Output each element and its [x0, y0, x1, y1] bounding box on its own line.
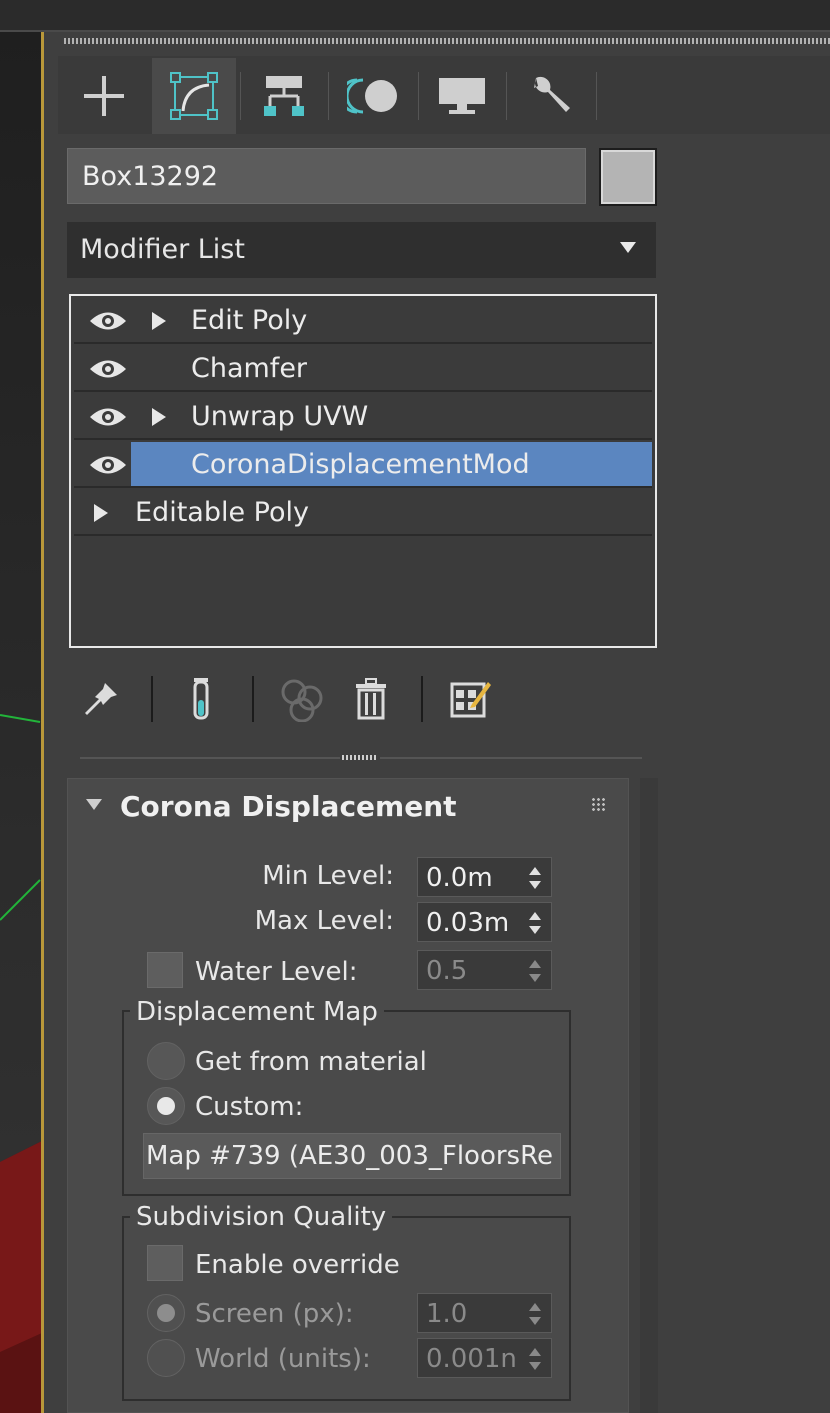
stack-item-label: Edit Poly — [191, 305, 308, 336]
tab-create[interactable] — [62, 58, 146, 134]
screen-px-radio[interactable] — [147, 1294, 185, 1332]
max-level-label: Max Level: — [254, 906, 394, 936]
get-from-material-radio[interactable] — [147, 1042, 185, 1080]
stack-item-edit-poly[interactable]: Edit Poly — [74, 298, 652, 344]
eye-icon[interactable] — [88, 406, 128, 428]
world-units-value[interactable]: 0.001n — [426, 1339, 517, 1379]
eye-icon[interactable] — [88, 454, 128, 476]
get-from-material-label[interactable]: Get from material — [195, 1042, 427, 1082]
stack-item-corona-displacement-mod[interactable]: CoronaDisplacementMod — [74, 442, 652, 488]
world-units-radio[interactable] — [147, 1339, 185, 1377]
tab-separator — [240, 72, 241, 120]
tab-motion[interactable] — [332, 58, 416, 134]
show-end-result-button[interactable] — [178, 674, 224, 724]
tab-hierarchy[interactable] — [242, 58, 326, 134]
spinner-up-icon[interactable] — [529, 960, 541, 968]
custom-label[interactable]: Custom: — [195, 1087, 303, 1127]
spinner-down-icon[interactable] — [529, 881, 541, 889]
expand-triangle-icon[interactable] — [152, 408, 166, 426]
toolbar-separator — [151, 676, 153, 722]
show-end-result-icon — [193, 678, 209, 720]
stack-item-label: Chamfer — [191, 353, 308, 384]
title-strip — [0, 0, 830, 32]
viewport[interactable] — [0, 32, 44, 1413]
modifier-list-dropdown[interactable]: Modifier List — [67, 222, 656, 278]
trash-icon — [356, 678, 386, 720]
stack-item-label: CoronaDisplacementMod — [191, 449, 530, 480]
panel-drag-grip[interactable] — [64, 38, 830, 44]
water-level-checkbox[interactable] — [147, 952, 183, 988]
modify-icon — [170, 72, 218, 120]
configure-modifier-sets-button[interactable] — [446, 674, 494, 724]
enable-override-checkbox[interactable] — [147, 1245, 183, 1281]
drag-handle-icon[interactable] — [591, 797, 605, 811]
world-units-label: World (units): — [195, 1344, 371, 1374]
spinner-down-icon[interactable] — [529, 1317, 541, 1325]
tab-separator — [596, 72, 597, 120]
tab-separator — [418, 72, 419, 120]
world-units-spinner[interactable]: 0.001n — [417, 1338, 552, 1378]
spinner-up-icon[interactable] — [529, 1348, 541, 1356]
max-level-value[interactable]: 0.03m — [426, 903, 509, 943]
stack-item-unwrap-uvw[interactable]: Unwrap UVW — [74, 394, 652, 440]
enable-override-label[interactable]: Enable override — [195, 1245, 400, 1285]
spinner-up-icon[interactable] — [529, 867, 541, 875]
eye-icon[interactable] — [88, 358, 128, 380]
make-unique-button[interactable] — [276, 674, 330, 724]
rollout-title[interactable]: Corona Displacement — [120, 786, 457, 828]
expand-triangle-icon[interactable] — [94, 504, 108, 522]
hierarchy-icon — [264, 76, 304, 116]
stack-item-editable-poly[interactable]: Editable Poly — [74, 490, 652, 536]
wrench-icon — [534, 76, 570, 112]
tab-utilities[interactable] — [510, 58, 594, 134]
toolbar-separator — [421, 676, 423, 722]
spinner-up-icon[interactable] — [529, 1303, 541, 1311]
plus-icon — [84, 76, 124, 116]
stack-item-chamfer[interactable]: Chamfer — [74, 346, 652, 392]
water-level-value[interactable]: 0.5 — [426, 951, 467, 991]
spinner-down-icon[interactable] — [529, 1362, 541, 1370]
min-level-spinner[interactable]: 0.0m — [417, 857, 552, 897]
modifier-stack[interactable]: Edit Poly Chamfer Unwrap UVW CoronaDispl… — [69, 294, 657, 648]
motion-icon — [347, 78, 397, 114]
expand-triangle-icon[interactable] — [152, 312, 166, 330]
screen-px-value[interactable]: 1.0 — [426, 1294, 467, 1334]
chevron-down-icon — [620, 242, 636, 253]
screen-px-spinner[interactable]: 1.0 — [417, 1293, 552, 1333]
water-level-spinner[interactable]: 0.5 — [417, 950, 552, 990]
displacement-map-group-label: Displacement Map — [130, 995, 384, 1029]
stack-item-label: Unwrap UVW — [191, 401, 369, 432]
tab-modify[interactable] — [152, 58, 236, 134]
make-unique-icon — [281, 679, 323, 722]
stack-item-label: Editable Poly — [135, 497, 309, 528]
tab-display[interactable] — [420, 58, 504, 134]
modifier-list-label: Modifier List — [80, 234, 245, 265]
object-name-field[interactable]: Box13292 — [67, 148, 586, 204]
min-level-label: Min Level: — [262, 861, 394, 891]
subdivision-quality-group-label: Subdivision Quality — [130, 1200, 393, 1234]
remove-modifier-button[interactable] — [348, 674, 394, 724]
max-level-spinner[interactable]: 0.03m — [417, 902, 552, 942]
min-level-value[interactable]: 0.0m — [426, 858, 493, 898]
rollout-scrollbar[interactable] — [640, 778, 658, 1413]
spinner-up-icon[interactable] — [529, 912, 541, 920]
toolbar-separator — [252, 676, 254, 722]
monitor-icon — [439, 78, 485, 114]
configure-modifier-sets-icon — [450, 682, 491, 718]
screen-px-label: Screen (px): — [195, 1299, 354, 1329]
water-level-label: Water Level: — [195, 957, 358, 987]
displacement-map-button[interactable]: Map #739 (AE30_003_FloorsRe — [143, 1133, 561, 1179]
spinner-down-icon[interactable] — [529, 974, 541, 982]
object-color-swatch[interactable] — [599, 148, 657, 206]
divider-drag-grip[interactable] — [340, 752, 380, 762]
custom-radio[interactable] — [147, 1087, 185, 1125]
pin-stack-button[interactable] — [78, 674, 124, 724]
pin-icon — [85, 683, 117, 715]
collapse-triangle-icon[interactable] — [86, 799, 102, 810]
tab-separator — [328, 72, 329, 120]
eye-icon[interactable] — [88, 310, 128, 332]
spinner-down-icon[interactable] — [529, 926, 541, 934]
tab-separator — [506, 72, 507, 120]
